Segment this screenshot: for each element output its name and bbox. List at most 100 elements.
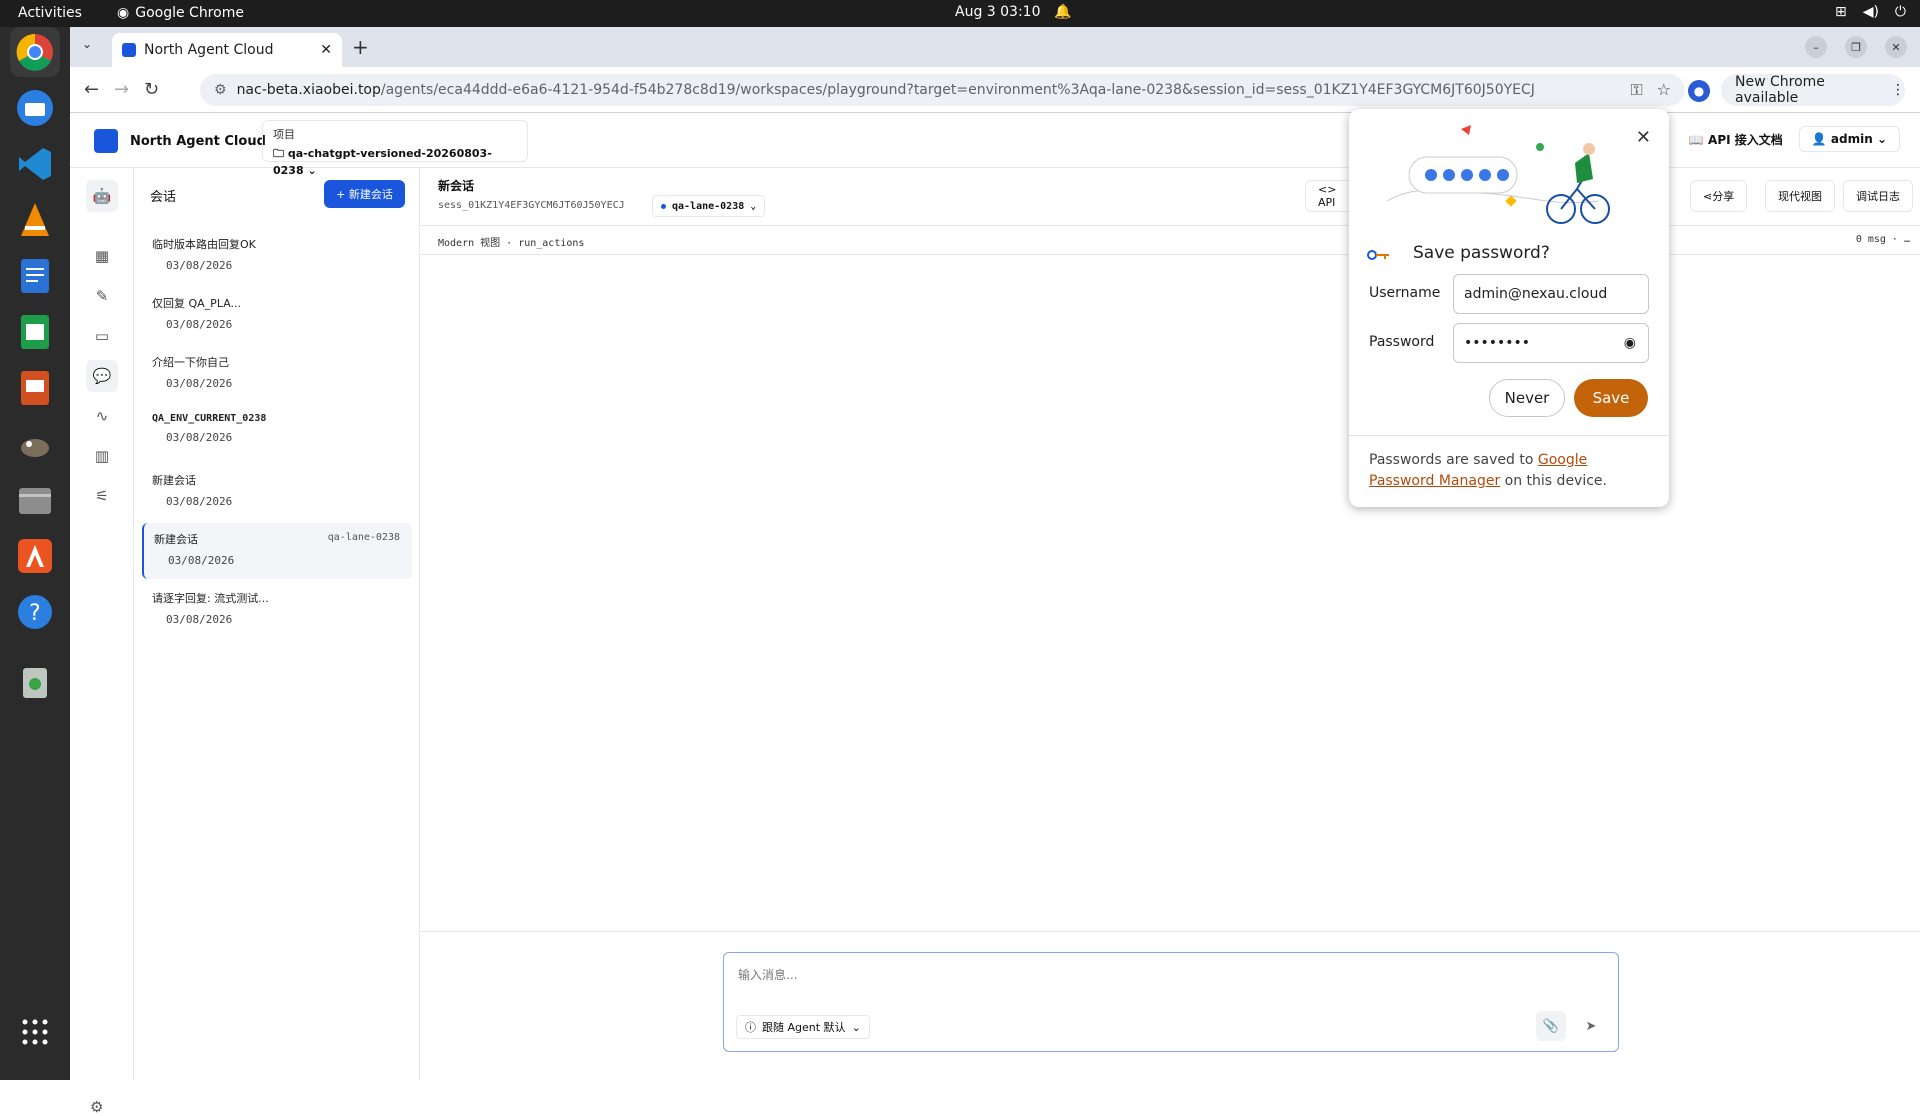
modern-view-button[interactable]: 现代视图 [1765,180,1835,212]
debug-log-button[interactable]: 调试日志 [1843,180,1913,212]
dialog-title: Save password? [1413,243,1550,263]
message-count: 0 msg · … [1855,234,1910,245]
chevron-down-icon: ⌄ [750,200,757,212]
update-label: New Chrome available [1735,74,1825,106]
project-selector[interactable]: 项目 🗀 qa-chatgpt-versioned-20260803-0238 … [262,120,528,177]
message-input[interactable] [738,965,1438,985]
browser-tab[interactable]: North Agent Cloud ✕ [112,33,342,67]
chevron-down-icon: ⌄ [851,1020,861,1034]
key-icon [1367,250,1389,260]
restore-window-icon[interactable]: ❐ [1845,36,1867,58]
favicon-icon [122,43,136,57]
trash-dock-icon[interactable] [10,657,60,707]
chevron-down-icon: ⌄ [1872,132,1887,146]
close-window-icon[interactable]: ✕ [1885,36,1907,58]
lane-name: qa-lane-0238 [672,200,745,212]
terminal-icon[interactable]: ▭ [90,324,114,348]
clock[interactable]: Aug 3 03:10 [955,4,1041,20]
chat-main-area: 新会话 sess_01KZ1Y4EF3GYCM6JT60J50YECJ qa-l… [420,168,1920,1080]
password-key-icon[interactable]: ⚿ [1630,80,1642,100]
session-item[interactable]: 新建会话 03/08/2026 [142,464,412,520]
password-label: Password [1369,334,1435,350]
address-bar[interactable]: ⚙ nac-beta.xiaobei.top/agents/eca44ddd-e… [200,74,1685,106]
chrome-small-icon: ◉ [117,5,130,21]
nav-rail: 🤖 ▦ ✎ ▭ 💬 ∿ ▥ ⚟ ⚙ [70,168,134,1116]
save-button[interactable]: Save [1574,379,1648,417]
back-arrow-icon[interactable]: ← [84,79,99,100]
edit-pencil-icon[interactable]: ✎ [90,284,114,308]
files-dock-icon[interactable] [10,475,60,525]
tab-close-icon[interactable]: ✕ [320,42,332,58]
session-name: 介绍一下你自己 [152,356,229,369]
new-tab-plus-icon[interactable]: + [352,35,369,59]
mode-line: Modern 视图 · run_actions [438,238,585,249]
activity-pulse-icon[interactable]: ∿ [90,404,114,428]
brand-name: North Agent Cloud [130,134,266,149]
bookmark-star-icon[interactable]: ☆ [1657,80,1671,100]
writer-dock-icon[interactable] [10,251,60,301]
session-item[interactable]: QA_ENV_CURRENT_0238 03/08/2026 [142,405,412,461]
agent-bot-icon[interactable]: 🤖 [86,180,118,212]
active-app-menu[interactable]: ◉ Google Chrome [117,5,244,21]
impress-dock-icon[interactable] [10,363,60,413]
session-name: 请逐字回复: 流式测试... [152,592,269,605]
session-item[interactable]: 仅回复 QA_PLA... 03/08/2026 [142,287,412,343]
thunderbird-dock-icon[interactable] [10,83,60,133]
user-menu[interactable]: 👤 admin ⌄ [1798,126,1900,152]
attach-paperclip-icon[interactable]: 📎 [1536,1011,1566,1041]
chat-title: 新会话 [438,179,475,193]
show-apps-grid-icon[interactable] [10,1017,60,1047]
agent-mode-label: 跟随 Agent 默认 [762,1021,846,1034]
kebab-menu-icon: ⋮ [1891,82,1905,98]
settings-gear-icon[interactable]: ⚙ [90,1098,103,1116]
never-button[interactable]: Never [1489,379,1565,417]
reload-icon[interactable]: ↻ [144,79,159,100]
site-info-icon[interactable]: ⚙ [214,82,227,98]
session-item-selected[interactable]: 新建会话 03/08/2026 qa-lane-0238 [142,523,412,579]
minimize-window-icon[interactable]: – [1805,36,1827,58]
system-top-bar: Activities ◉ Google Chrome Aug 3 03:10 🔔 … [0,0,1920,27]
chat-icon[interactable]: 💬 [86,360,118,392]
book-icon: 📖 [1688,132,1709,147]
username-label: Username [1369,285,1441,301]
network-icon: ⊞ [1834,4,1847,20]
password-field[interactable]: •••••••• ◉ [1453,323,1649,363]
session-item[interactable]: 临时版本路由回复OK 03/08/2026 [142,228,412,284]
session-date: 03/08/2026 [166,431,233,444]
tab-search-chevron-icon[interactable]: ⌄ [82,37,92,51]
vlc-dock-icon[interactable] [10,195,60,245]
session-name: 仅回复 QA_PLA... [152,297,242,310]
profile-avatar-icon[interactable]: ● [1688,80,1710,102]
chrome-update-button[interactable]: New Chrome available ⋮ [1721,74,1905,106]
api-docs-link[interactable]: 📖 API 接入文档 [1689,131,1783,148]
user-icon: 👤 [1811,132,1831,146]
info-icon: ⓘ [745,1021,756,1034]
password-illustration [1386,125,1610,224]
dashboard-grid-icon[interactable]: ▦ [90,244,114,268]
calc-dock-icon[interactable] [10,307,60,357]
session-item[interactable]: 介绍一下你自己 03/08/2026 [142,346,412,402]
url-path: /agents/eca44ddd-e6a6-4121-954d-f54b278c… [380,82,1535,98]
username-field[interactable]: admin@nexau.cloud [1453,274,1649,314]
help-dock-icon[interactable]: ? [10,587,60,637]
sliders-icon[interactable]: ⚟ [90,484,114,508]
agent-mode-selector[interactable]: ⓘ 跟随 Agent 默认 ⌄ [736,1015,870,1039]
share-button[interactable]: ⋖ 分享 [1690,180,1748,212]
send-icon[interactable]: ➤ [1576,1011,1606,1041]
activities-button[interactable]: Activities [18,5,82,21]
system-tray[interactable]: ⊞ ◀) ⏻ [1835,4,1906,20]
close-dialog-icon[interactable]: ✕ [1636,127,1651,148]
new-session-button[interactable]: + 新建会话 [324,180,405,208]
bar-chart-icon[interactable]: ▥ [90,444,114,468]
session-date: 03/08/2026 [166,613,233,626]
lane-selector[interactable]: qa-lane-0238 ⌄ [652,195,766,217]
session-item[interactable]: 请逐字回复: 流式测试... 03/08/2026 [142,582,412,638]
gimp-dock-icon[interactable] [10,419,60,469]
session-name: 新建会话 [152,474,196,487]
show-password-eye-icon[interactable]: ◉ [1624,335,1636,351]
footer-text: Passwords are saved to [1369,452,1538,468]
vscode-dock-icon[interactable] [10,139,60,189]
chrome-dock-icon[interactable] [10,27,60,77]
forward-arrow-icon[interactable]: → [114,79,129,100]
app-center-dock-icon[interactable] [10,531,60,581]
